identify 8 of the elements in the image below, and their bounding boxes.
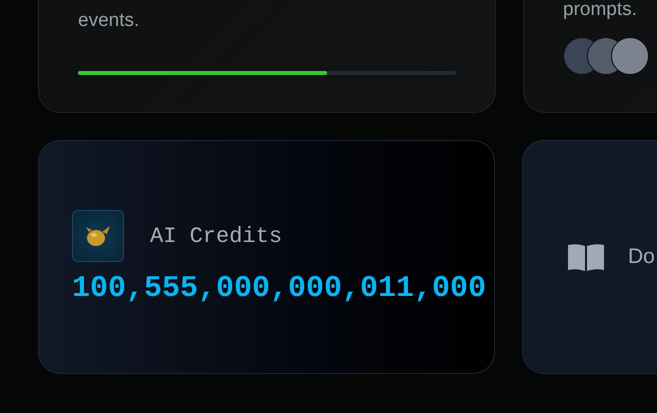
credits-label: AI Credits [150, 224, 282, 248]
card-description: prompts. [563, 0, 638, 22]
creature-icon [72, 210, 124, 262]
docs-card[interactable]: Do [522, 140, 657, 374]
credits-value: 100,555,000,000,011,000 [72, 272, 488, 306]
book-icon [567, 243, 605, 271]
docs-label: Do [628, 245, 655, 269]
card-description: events. [78, 9, 140, 33]
